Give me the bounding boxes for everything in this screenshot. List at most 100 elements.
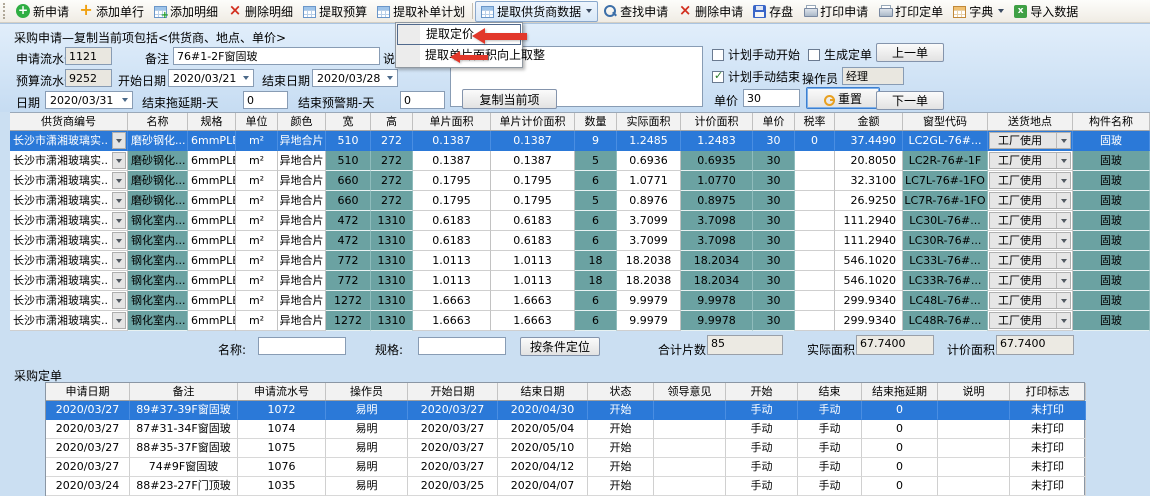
cell[interactable]: 1310 xyxy=(371,271,413,291)
toolbar-button[interactable]: 字典 xyxy=(948,1,1009,22)
cell[interactable]: 18.2034 xyxy=(681,251,753,271)
toolbar-button[interactable]: 导入数据 xyxy=(1009,1,1083,22)
chevron-down-icon[interactable] xyxy=(1056,193,1070,208)
date-combo[interactable]: 2020/03/31 xyxy=(45,91,133,109)
cell[interactable]: 6 xyxy=(575,211,617,231)
cell[interactable]: 299.9340 xyxy=(835,291,903,311)
detail-row[interactable]: 长沙市潇湘玻璃实..钢化室内...6mmPLE...m²异地合片12721310… xyxy=(10,311,1150,331)
ship-location-dropdown[interactable]: 工厂使用 xyxy=(989,212,1071,229)
cell[interactable]: LC48L-76#... xyxy=(903,291,988,311)
cell[interactable]: 异地合片 xyxy=(278,171,326,191)
chevron-down-icon[interactable] xyxy=(1056,253,1070,268)
detail-row[interactable]: 长沙市潇湘玻璃实..钢化室内...6mmPLE...m²异地合片47213100… xyxy=(10,211,1150,231)
plan-manual-end-checkbox[interactable]: 计划手动结束 xyxy=(712,68,800,85)
cell[interactable]: 30 xyxy=(753,271,795,291)
detail-row[interactable]: 长沙市潇湘玻璃实..钢化室内...6mmPLE...m²异地合片77213101… xyxy=(10,271,1150,291)
checkbox-box[interactable] xyxy=(712,49,724,61)
cell[interactable] xyxy=(795,251,835,271)
column-header[interactable]: 送货地点 xyxy=(988,113,1073,130)
cell[interactable]: 工厂使用 xyxy=(988,171,1073,191)
column-header[interactable]: 开始 xyxy=(726,383,798,400)
chevron-down-icon[interactable] xyxy=(1056,133,1070,148)
chevron-down-icon[interactable] xyxy=(1056,313,1070,328)
cell[interactable]: 磨砂钢化... xyxy=(128,151,188,171)
order-row[interactable]: 2020/03/2774#9F窗固玻1076易明2020/03/272020/0… xyxy=(46,458,1084,477)
budget-no-field[interactable] xyxy=(65,69,112,87)
cell[interactable]: 固玻 xyxy=(1073,291,1150,311)
cell[interactable]: 1310 xyxy=(371,291,413,311)
detail-row[interactable]: 长沙市潇湘玻璃实..钢化室内...6mmPLE...m²异地合片77213101… xyxy=(10,251,1150,271)
chevron-down-icon[interactable] xyxy=(1056,293,1070,308)
cell[interactable]: 272 xyxy=(371,191,413,211)
cell[interactable]: m² xyxy=(236,311,278,331)
cell[interactable]: 772 xyxy=(326,271,371,291)
cell[interactable]: 6 xyxy=(575,171,617,191)
cell[interactable]: 异地合片 xyxy=(278,251,326,271)
cell[interactable]: 钢化室内... xyxy=(128,311,188,331)
checkbox-box[interactable] xyxy=(808,49,820,61)
ship-location-dropdown[interactable]: 工厂使用 xyxy=(989,172,1071,189)
cell[interactable]: 546.1020 xyxy=(835,271,903,291)
chevron-down-icon[interactable] xyxy=(112,172,126,189)
cell[interactable]: 9.9978 xyxy=(681,291,753,311)
cell[interactable]: 6 xyxy=(575,291,617,311)
cell[interactable]: 钢化室内... xyxy=(128,231,188,251)
cell[interactable]: 1.0113 xyxy=(491,271,575,291)
operator-field[interactable] xyxy=(842,67,904,85)
cell[interactable]: LC30R-76#... xyxy=(903,231,988,251)
cell[interactable] xyxy=(795,291,835,311)
cell[interactable]: 长沙市潇湘玻璃实.. xyxy=(10,211,128,231)
toolbar-button[interactable]: 打印申请 xyxy=(798,1,873,22)
column-header[interactable]: 备注 xyxy=(130,383,238,400)
cell[interactable]: 固玻 xyxy=(1073,131,1150,151)
cell[interactable]: 长沙市潇湘玻璃实.. xyxy=(10,291,128,311)
cell[interactable]: 工厂使用 xyxy=(988,211,1073,231)
cell[interactable]: 0.6183 xyxy=(413,231,491,251)
cell[interactable]: 5 xyxy=(575,191,617,211)
cell[interactable]: 0.1387 xyxy=(413,131,491,151)
column-header[interactable]: 颜色 xyxy=(278,113,326,130)
ship-location-dropdown[interactable]: 工厂使用 xyxy=(989,272,1071,289)
cell[interactable]: m² xyxy=(236,151,278,171)
cell[interactable]: 钢化室内... xyxy=(128,251,188,271)
cell[interactable]: m² xyxy=(236,291,278,311)
column-header[interactable]: 税率 xyxy=(795,113,835,130)
detail-row[interactable]: 长沙市潇湘玻璃实..钢化室内...6mmPLE...m²异地合片12721310… xyxy=(10,291,1150,311)
cell[interactable]: 0.1387 xyxy=(491,131,575,151)
chevron-down-icon[interactable] xyxy=(117,92,132,108)
cell[interactable]: 6mmPLE... xyxy=(188,271,236,291)
cell[interactable]: 固玻 xyxy=(1073,151,1150,171)
cell[interactable]: LC30L-76#... xyxy=(903,211,988,231)
column-header[interactable]: 状态 xyxy=(588,383,654,400)
cell[interactable]: 472 xyxy=(326,211,371,231)
detail-row[interactable]: 长沙市潇湘玻璃实..磨砂钢化...6mmPLE...m²异地合片5102720.… xyxy=(10,131,1150,151)
cell[interactable]: 0.1795 xyxy=(413,171,491,191)
cell[interactable]: 长沙市潇湘玻璃实.. xyxy=(10,171,128,191)
order-row[interactable]: 2020/03/2787#31-34F窗固玻1074易明2020/03/2720… xyxy=(46,420,1084,439)
cell[interactable]: 异地合片 xyxy=(278,191,326,211)
cell[interactable] xyxy=(795,311,835,331)
cell[interactable]: 546.1020 xyxy=(835,251,903,271)
cell[interactable]: 6 xyxy=(575,231,617,251)
cell[interactable]: 1.2485 xyxy=(617,131,681,151)
cell[interactable]: 272 xyxy=(371,151,413,171)
cell[interactable]: 660 xyxy=(326,171,371,191)
cell[interactable]: 0.1387 xyxy=(413,151,491,171)
chevron-down-icon[interactable] xyxy=(112,312,126,329)
toolbar-button[interactable]: 删除申请 xyxy=(673,1,748,22)
cell[interactable]: 30 xyxy=(753,151,795,171)
cell[interactable]: 异地合片 xyxy=(278,271,326,291)
cell[interactable]: 6mmPLE... xyxy=(188,211,236,231)
cell[interactable]: 磨砂钢化... xyxy=(128,171,188,191)
cell[interactable]: 1.6663 xyxy=(413,291,491,311)
cell[interactable]: 0.1795 xyxy=(491,171,575,191)
cell[interactable]: 固玻 xyxy=(1073,171,1150,191)
cell[interactable]: 固玻 xyxy=(1073,191,1150,211)
chevron-down-icon[interactable] xyxy=(112,232,126,249)
column-header[interactable]: 构件名称 xyxy=(1073,113,1150,130)
cell[interactable]: 9.9979 xyxy=(617,291,681,311)
cell[interactable]: 1.0770 xyxy=(681,171,753,191)
chevron-down-icon[interactable] xyxy=(112,152,126,169)
chevron-down-icon[interactable] xyxy=(586,9,592,13)
cell[interactable]: 长沙市潇湘玻璃实.. xyxy=(10,191,128,211)
